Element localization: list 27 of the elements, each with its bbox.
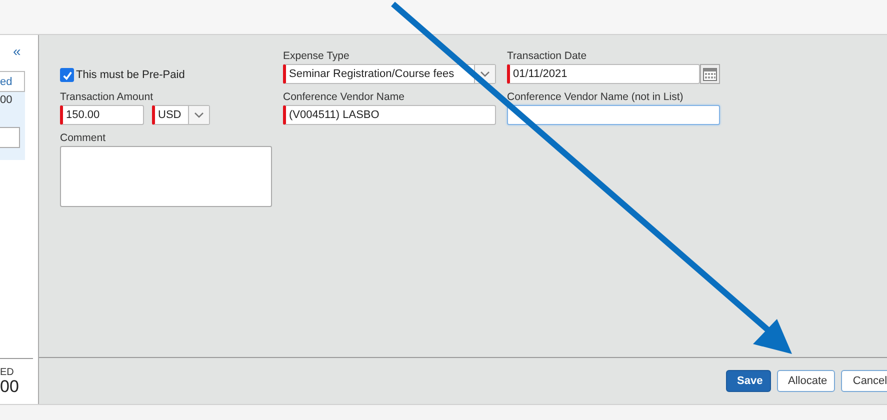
- field-label: Transaction Date: [507, 50, 588, 62]
- amount-field[interactable]: 150.00: [60, 105, 144, 125]
- calendar-icon[interactable]: [700, 64, 720, 84]
- action-button[interactable]: Allocate: [777, 370, 835, 392]
- prepaid-label: This must be Pre-Paid: [76, 69, 185, 81]
- action-button[interactable]: Cancel: [841, 370, 887, 392]
- total-label: ED: [0, 367, 15, 378]
- chevron-down-icon: [480, 71, 490, 77]
- vendor-other-field[interactable]: [507, 105, 720, 125]
- field-label: Conference Vendor Name (not in List): [507, 91, 684, 103]
- currency-select[interactable]: USD: [152, 105, 210, 125]
- collapse-icon[interactable]: «: [13, 44, 25, 58]
- vendor-field[interactable]: (V004511) LASBO: [283, 105, 496, 125]
- chevron-down-icon: [194, 112, 204, 118]
- prepaid-checkbox[interactable]: [60, 68, 74, 82]
- action-button[interactable]: Save: [726, 370, 771, 392]
- expense-type-select[interactable]: Seminar Registration/Course fees: [283, 64, 496, 84]
- amount-text: 00: [0, 94, 14, 106]
- total-value: 00: [0, 378, 20, 396]
- field-label: Expense Type: [283, 50, 350, 62]
- field-label: Comment: [60, 132, 107, 144]
- comment-field[interactable]: [60, 146, 272, 207]
- selected-row[interactable]: 00: [0, 92, 25, 160]
- input-field[interactable]: [0, 127, 20, 148]
- date-field[interactable]: 01/11/2021: [507, 64, 700, 84]
- field-label: Conference Vendor Name: [283, 91, 406, 103]
- field-label: Transaction Amount: [60, 91, 154, 103]
